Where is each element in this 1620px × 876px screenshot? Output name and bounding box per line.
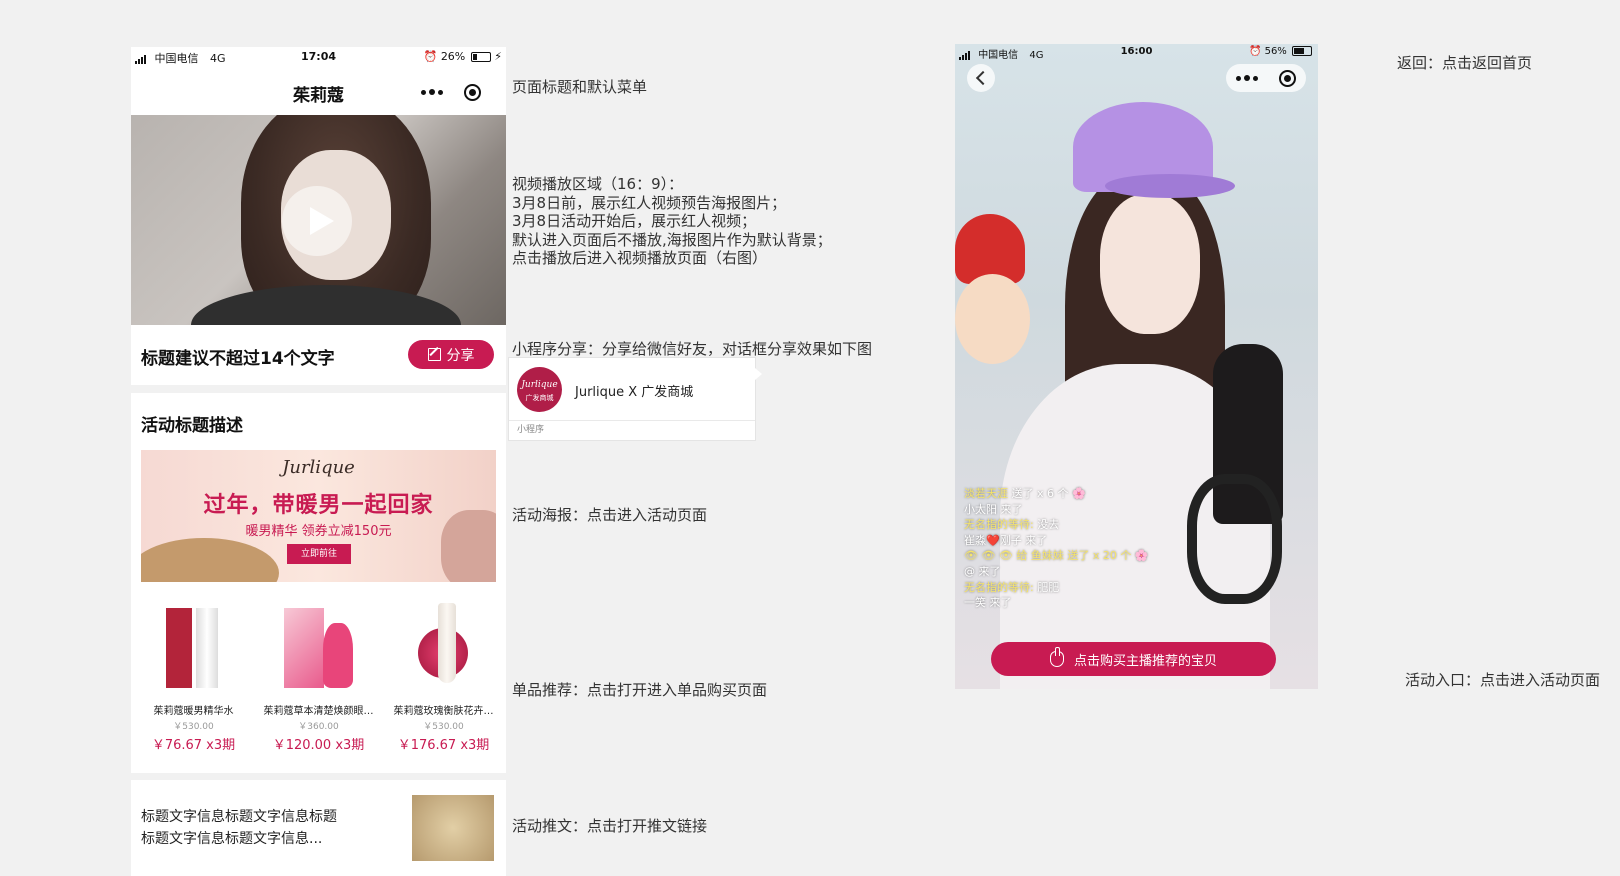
charging-icon: ⚡	[494, 50, 502, 63]
share-icon	[427, 348, 441, 361]
share-button[interactable]: 分享	[408, 340, 494, 369]
product-item[interactable]: 茱莉蔻草本清楚焕颜眼… ￥360.00 ￥120.00 x3期	[260, 598, 378, 753]
battery-icon	[1292, 46, 1312, 56]
product-name: 茱莉蔻草本清楚焕颜眼…	[263, 706, 374, 717]
more-menu-icon[interactable]	[420, 89, 443, 95]
comment-item: 👁 👁 👁 给 鱼妹妹 送了 x 20 个 🌸	[964, 549, 1149, 563]
share-card-name: Jurlique X 广发商城	[575, 385, 694, 400]
note-article: 活动推文：点击打开推文链接	[512, 817, 708, 835]
comment-item: 一笑 来了	[964, 596, 1012, 610]
activity-card: 活动标题描述 Jurlique 过年，带暖男一起回家 暖男精华 领券立减150元…	[131, 393, 506, 773]
banner-brand: Jurlique	[282, 457, 355, 478]
product-installment-price: ￥76.67 x3期	[151, 738, 236, 753]
miniprogram-capsule	[1226, 64, 1306, 92]
product-original-price: ￥360.00	[298, 722, 339, 732]
note-poster: 活动海报：点击进入活动页面	[512, 506, 708, 524]
comment-item: @ 来了	[964, 564, 1001, 578]
article-title: 标题文字信息标题文字信息标题 标题文字信息标题文字信息...	[141, 809, 337, 847]
banner-go-button[interactable]: 立即前往	[287, 544, 351, 564]
note-entry: 活动入口：点击进入活动页面	[1405, 671, 1601, 689]
article-card[interactable]: 标题文字信息标题文字信息标题 标题文字信息标题文字信息...	[131, 780, 506, 876]
product-list: 茱莉蔻暖男精华水 ￥530.00 ￥76.67 x3期 茱莉蔻草本清楚焕颜眼… …	[131, 598, 506, 753]
close-miniprogram-icon[interactable]	[464, 83, 482, 101]
alarm-icon: ⏰	[423, 50, 438, 63]
product-image	[279, 598, 359, 688]
note-share: 小程序分享：分享给微信好友，对话框分享效果如下图	[512, 340, 873, 358]
battery-percent: 56%	[1264, 46, 1287, 57]
product-image	[154, 598, 234, 688]
video-title: 标题建议不超过14个文字	[141, 349, 335, 369]
battery-icon	[470, 52, 491, 62]
comment-item: 崔淼❤️刚子 来了	[964, 533, 1048, 547]
comment-item: 淡若天涯 送了 x 6 个 🌸	[964, 487, 1086, 500]
poster-shirt	[191, 285, 461, 325]
product-name: 茱莉蔻玫瑰衡肤花卉…	[393, 706, 494, 717]
share-card-footer: 小程序	[509, 420, 755, 440]
banner-decor-left	[141, 538, 279, 582]
article-thumbnail	[412, 795, 494, 861]
buy-recommended-button[interactable]: 点击购买主播推荐的宝贝	[991, 642, 1276, 676]
product-installment-price: ￥176.67 x3期	[397, 738, 490, 753]
miniprogram-capsule	[410, 78, 492, 106]
close-miniprogram-icon[interactable]	[1278, 69, 1296, 87]
note-video: 视频播放区域（16：9）： 3月8日前，展示红人视频预告海报图片； 3月8日活动…	[512, 175, 832, 267]
host-cap-brim	[1105, 174, 1235, 198]
status-bar: 中国电信 4G 17:04 ⏰ 26% ⚡	[131, 47, 506, 67]
back-icon[interactable]	[967, 64, 995, 92]
homepage-mockup: 中国电信 4G 17:04 ⏰ 26% ⚡ 茱莉蔻 标题建议不超过14个文字 分…	[131, 47, 506, 876]
note-back: 返回：点击返回首页	[1397, 54, 1533, 72]
banner-subtitle: 暖男精华 领券立减150元	[245, 524, 392, 539]
live-video-mockup: 中国电信 4G 16:00 ⏰ 56% 淡若天涯 送了 x 6 个 🌸 小太阳 …	[955, 44, 1318, 689]
jurlique-logo: Jurlique 广发商城	[517, 367, 562, 412]
share-label: 分享	[446, 347, 475, 364]
product-item[interactable]: 茱莉蔻暖男精华水 ￥530.00 ￥76.67 x3期	[135, 598, 253, 753]
activity-heading: 活动标题描述	[141, 416, 243, 436]
note-products: 单品推荐：点击打开进入单品购买页面	[512, 681, 768, 699]
comment-item: 小太阳 来了	[964, 502, 1023, 516]
battery-percent: 26%	[440, 50, 466, 63]
alarm-icon: ⏰	[1248, 46, 1262, 57]
comment-item: 无名指的等待: 没去	[964, 518, 1060, 532]
product-name: 茱莉蔻暖男精华水	[153, 706, 234, 717]
nav-bar: 茱莉蔻	[131, 67, 506, 115]
buy-button-label: 点击购买主播推荐的宝贝	[1073, 653, 1217, 669]
status-bar: 中国电信 4G 16:00 ⏰ 56%	[955, 44, 1318, 62]
activity-poster[interactable]: Jurlique 过年，带暖男一起回家 暖男精华 领券立减150元 立即前往	[141, 450, 496, 582]
host-face	[1100, 194, 1200, 334]
note-nav: 页面标题和默认菜单	[512, 78, 648, 96]
product-image	[404, 598, 484, 688]
live-comments: 淡若天涯 送了 x 6 个 🌸 小太阳 来了 无名指的等待: 没去 崔淼❤️刚子…	[964, 486, 1224, 611]
play-icon[interactable]	[282, 186, 352, 256]
hand-tap-icon	[1049, 647, 1064, 667]
share-card-preview: Jurlique 广发商城 Jurlique X 广发商城 小程序	[508, 357, 762, 441]
product-original-price: ￥530.00	[173, 722, 214, 732]
more-menu-icon[interactable]	[1236, 75, 1259, 81]
comment-item: 无名指的等待: 肥肥	[964, 580, 1060, 594]
video-player[interactable]	[131, 115, 506, 325]
product-item[interactable]: 茱莉蔻玫瑰衡肤花卉… ￥530.00 ￥176.67 x3期	[385, 598, 503, 753]
banner-headline: 过年，带暖男一起回家	[203, 493, 434, 518]
product-installment-price: ￥120.00 x3期	[272, 738, 365, 753]
toy-face	[955, 274, 1030, 364]
video-title-card: 标题建议不超过14个文字 分享	[131, 325, 506, 385]
product-original-price: ￥530.00	[423, 722, 464, 732]
